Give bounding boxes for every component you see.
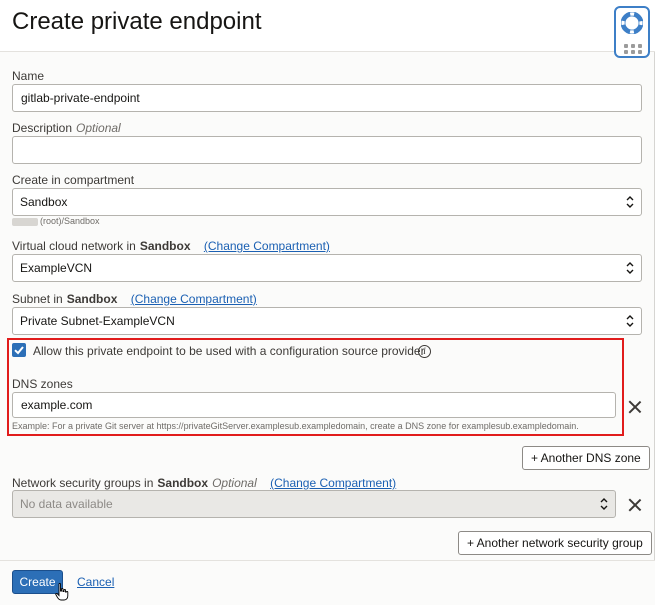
- vcn-select[interactable]: ExampleVCN: [12, 254, 642, 282]
- subnet-value: Private Subnet-ExampleVCN: [20, 314, 175, 328]
- select-chevron-icon: [626, 315, 634, 327]
- compartment-path: (root)/Sandbox: [12, 216, 100, 226]
- apps-grid-icon: [624, 44, 642, 54]
- optional-tag: Optional: [76, 121, 121, 135]
- subnet-select[interactable]: Private Subnet-ExampleVCN: [12, 307, 642, 335]
- redacted-tenancy: [12, 217, 38, 226]
- subnet-label: Subnet in Sandbox (Change Compartment): [12, 292, 257, 306]
- remove-dns-zone-icon[interactable]: [628, 400, 642, 414]
- description-input[interactable]: [12, 136, 642, 164]
- add-dns-zone-button[interactable]: + Another DNS zone: [522, 446, 650, 470]
- info-icon[interactable]: i: [418, 345, 431, 358]
- add-nsg-button[interactable]: + Another network security group: [458, 531, 652, 555]
- page-title: Create private endpoint: [12, 8, 262, 35]
- dns-zone-hint: Example: For a private Git server at htt…: [12, 421, 579, 431]
- name-input[interactable]: gitlab-private-endpoint: [12, 84, 642, 112]
- vcn-value: ExampleVCN: [20, 261, 93, 275]
- remove-nsg-icon[interactable]: [628, 498, 642, 512]
- dns-zones-label: DNS zones: [12, 377, 73, 391]
- compartment-label: Create in compartment: [12, 173, 135, 187]
- vcn-change-compartment-link[interactable]: (Change Compartment): [204, 239, 330, 253]
- create-private-endpoint-panel: Create private endpoint Name gitlab-priv…: [0, 0, 655, 605]
- cancel-link[interactable]: Cancel: [77, 575, 114, 589]
- nsg-select[interactable]: No data available: [12, 490, 616, 518]
- config-source-label: Allow this private endpoint to be used w…: [33, 344, 425, 358]
- name-label: Name: [12, 69, 45, 83]
- description-label: Description Optional: [12, 121, 121, 135]
- select-chevron-icon: [626, 196, 634, 208]
- config-source-checkbox[interactable]: [12, 343, 26, 357]
- hand-cursor-icon: [55, 583, 69, 601]
- select-chevron-icon: [626, 262, 634, 274]
- compartment-select[interactable]: Sandbox: [12, 188, 642, 216]
- subnet-change-compartment-link[interactable]: (Change Compartment): [131, 292, 257, 306]
- lifebuoy-icon: [621, 12, 643, 34]
- vcn-label: Virtual cloud network in Sandbox (Change …: [12, 239, 330, 253]
- checkmark-icon: [14, 346, 24, 355]
- select-chevron-icon: [600, 498, 608, 510]
- nsg-placeholder: No data available: [20, 497, 113, 511]
- name-value: gitlab-private-endpoint: [21, 91, 140, 105]
- nsg-label: Network security groups in Sandbox Optiona…: [12, 476, 397, 490]
- help-widget[interactable]: [614, 6, 650, 58]
- nsg-change-compartment-link[interactable]: (Change Compartment): [270, 476, 396, 490]
- compartment-value: Sandbox: [20, 195, 68, 209]
- dns-zone-input[interactable]: example.com: [12, 392, 616, 418]
- panel-header: Create private endpoint: [0, 0, 655, 52]
